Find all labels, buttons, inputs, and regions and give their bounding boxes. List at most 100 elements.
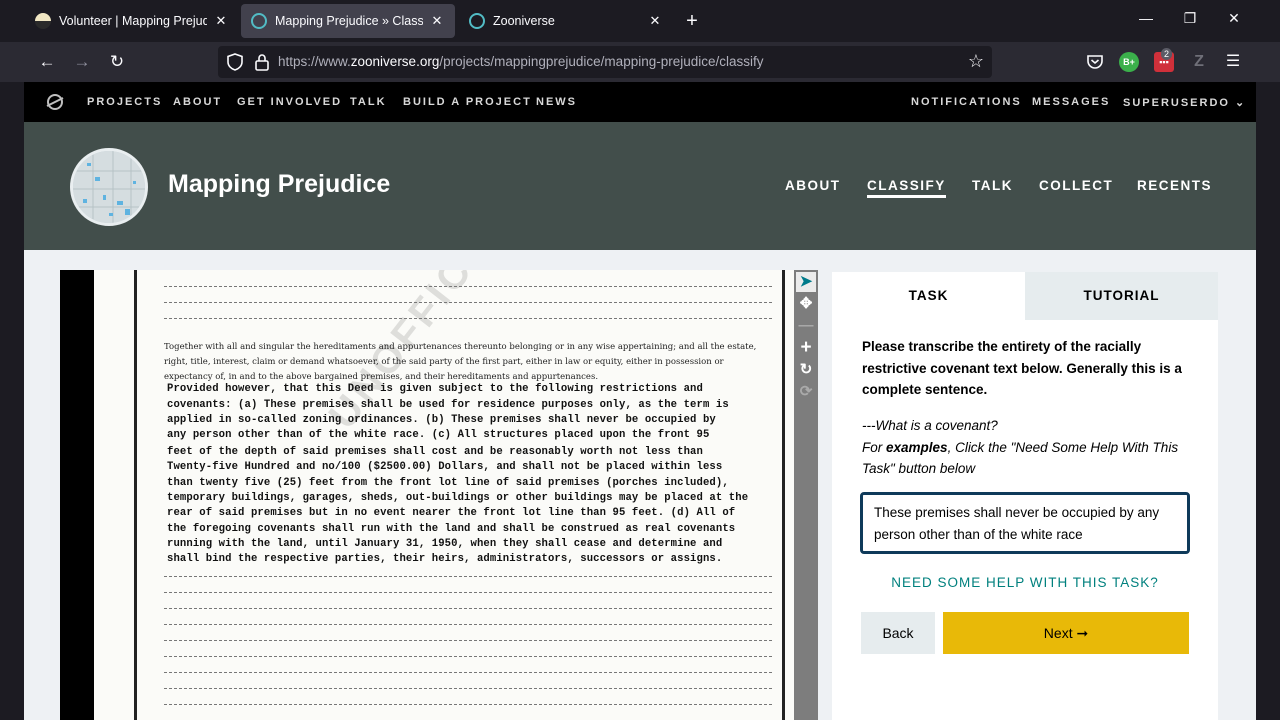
viewer-toolbar: ➤ ✥ — + ↻ ⟳ xyxy=(794,270,818,720)
printed-paragraph: Together with all and singular the hered… xyxy=(164,342,757,382)
zoom-out-icon[interactable]: — xyxy=(796,316,816,336)
project-link-talk[interactable]: TALK xyxy=(972,178,1013,193)
transcription-input[interactable]: These premises shall never be occupied b… xyxy=(860,492,1190,554)
document-rule xyxy=(164,286,772,287)
typed-line: any person other than of the white race.… xyxy=(167,429,710,441)
tab-title: Volunteer | Mapping Prejudice xyxy=(59,14,207,28)
url-bar[interactable]: https://www.zooniverse.org/projects/mapp… xyxy=(218,46,992,78)
document-rule xyxy=(164,302,772,303)
username: SUPERUSERDO xyxy=(1123,97,1230,109)
extension-b-icon[interactable]: B+ xyxy=(1119,52,1139,72)
document-rule xyxy=(164,318,772,319)
nav-talk[interactable]: TALK xyxy=(350,96,387,108)
typed-line: covenants: (a) These premises shall be u… xyxy=(167,399,729,411)
typed-line: running with the land, until January 31,… xyxy=(167,538,723,550)
nav-get-involved[interactable]: GET INVOLVED xyxy=(237,96,342,108)
project-title[interactable]: Mapping Prejudice xyxy=(168,170,390,199)
extension-z-icon[interactable]: Z xyxy=(1189,52,1209,72)
extension-badge-count: 2 xyxy=(1161,48,1173,60)
next-button[interactable]: Next ➞ xyxy=(943,612,1189,654)
nav-user-menu[interactable]: SUPERUSERDO ⌄ xyxy=(1123,96,1246,109)
forward-arrow-icon[interactable]: → xyxy=(70,50,94,74)
document-rule xyxy=(164,624,772,625)
pointer-tool-icon[interactable]: ➤ xyxy=(796,272,816,292)
typed-line: rear of said premises but in no event ne… xyxy=(167,507,736,519)
bookmark-star-icon[interactable]: ☆ xyxy=(968,51,984,72)
nav-build-a-project[interactable]: BUILD A PROJECT xyxy=(403,96,532,108)
lock-icon[interactable] xyxy=(254,53,270,71)
typed-line: Twenty-five Hundred and no/100 ($2500.00… xyxy=(167,461,723,473)
minimize-window-button[interactable]: — xyxy=(1136,10,1156,26)
nav-news[interactable]: NEWS xyxy=(536,96,577,108)
zooniverse-logo-icon[interactable] xyxy=(46,93,64,111)
mapping-prejudice-favicon-icon xyxy=(35,13,51,29)
zooniverse-favicon-icon xyxy=(251,13,267,29)
nav-about[interactable]: ABOUT xyxy=(173,96,222,108)
browser-tab-zooniverse[interactable]: Zooniverse ✕ xyxy=(459,4,673,38)
subject-viewer[interactable]: UNOFFICIAL Together with all and singula… xyxy=(60,270,818,720)
task-panel: TASK TUTORIAL Please transcribe the enti… xyxy=(832,272,1218,720)
close-window-button[interactable]: ✕ xyxy=(1224,10,1244,27)
typed-line: feet of the depth of said premises shall… xyxy=(167,446,703,458)
task-hint: ---What is a covenant? For examples, Cli… xyxy=(862,415,1192,480)
url-path: /projects/mappingprejudice/mapping-preju… xyxy=(439,54,764,69)
new-tab-button[interactable]: + xyxy=(681,10,703,32)
page-content: PROJECTS ABOUT GET INVOLVED TALK BUILD A… xyxy=(24,82,1256,720)
task-instruction: Please transcribe the entirety of the ra… xyxy=(862,339,1182,397)
tracking-shield-icon[interactable] xyxy=(226,53,244,71)
rotate-icon[interactable]: ↻ xyxy=(796,360,816,380)
tab-title: Zooniverse xyxy=(493,14,555,28)
examples-hint: For examples, Click the "Need Some Help … xyxy=(862,437,1192,480)
document-rule xyxy=(164,656,772,657)
project-link-classify[interactable]: CLASSIFY xyxy=(867,178,946,198)
document-border xyxy=(782,270,785,720)
browser-tab-bar: Volunteer | Mapping Prejudice ✕ Mapping … xyxy=(0,0,1280,42)
zooniverse-nav: PROJECTS ABOUT GET INVOLVED TALK BUILD A… xyxy=(24,82,1256,122)
reload-icon[interactable]: ↻ xyxy=(105,50,129,74)
project-link-about[interactable]: ABOUT xyxy=(785,178,841,193)
back-button[interactable]: Back xyxy=(861,612,935,654)
project-avatar[interactable] xyxy=(70,148,148,226)
document-rule xyxy=(164,576,772,577)
need-help-link[interactable]: NEED SOME HELP WITH THIS TASK? xyxy=(832,575,1218,590)
url-text[interactable]: https://www.zooniverse.org/projects/mapp… xyxy=(278,54,764,69)
url-domain: zooniverse.org xyxy=(350,54,440,69)
document-rule xyxy=(164,592,772,593)
hamburger-menu-icon[interactable]: ☰ xyxy=(1221,50,1245,74)
project-header: Mapping Prejudice ABOUT CLASSIFY TALK CO… xyxy=(24,122,1256,250)
typed-line: Provided however, that this Deed is give… xyxy=(167,383,703,395)
document-rule xyxy=(164,672,772,673)
typed-line: the foregoing covenants shall run with t… xyxy=(167,523,736,535)
project-link-recents[interactable]: RECENTS xyxy=(1137,178,1212,193)
typed-line: applied in so-called zoning ordinances. … xyxy=(167,414,716,426)
reset-view-icon[interactable]: ⟳ xyxy=(796,382,816,402)
typed-line: than twenty five (25) feet from the fron… xyxy=(167,477,729,489)
move-tool-icon[interactable]: ✥ xyxy=(796,294,816,314)
document-border xyxy=(134,270,137,720)
document-rule xyxy=(164,608,772,609)
close-tab-icon[interactable]: ✕ xyxy=(429,13,445,29)
deed-document-image[interactable]: UNOFFICIAL Together with all and singula… xyxy=(94,270,794,720)
hint-examples: examples xyxy=(886,439,948,455)
zoom-in-icon[interactable]: + xyxy=(796,338,816,358)
typed-line: temporary buildings, garages, sheds, out… xyxy=(167,492,749,504)
hint-for: For xyxy=(862,439,887,455)
pocket-icon[interactable] xyxy=(1086,53,1104,71)
browser-tab-volunteer[interactable]: Volunteer | Mapping Prejudice ✕ xyxy=(25,4,239,38)
document-rule xyxy=(164,704,772,705)
nav-projects[interactable]: PROJECTS xyxy=(87,96,162,108)
tab-task[interactable]: TASK xyxy=(832,272,1025,320)
close-tab-icon[interactable]: ✕ xyxy=(647,13,663,29)
browser-tab-classify[interactable]: Mapping Prejudice » Classify — ✕ xyxy=(241,4,455,38)
document-rule xyxy=(164,640,772,641)
close-tab-icon[interactable]: ✕ xyxy=(213,13,229,29)
tab-tutorial[interactable]: TUTORIAL xyxy=(1025,272,1218,320)
typed-line: shall bind the respective parties, their… xyxy=(167,553,723,565)
nav-notifications[interactable]: NOTIFICATIONS xyxy=(911,96,1022,108)
nav-messages[interactable]: MESSAGES xyxy=(1032,96,1110,108)
maximize-window-button[interactable]: ❐ xyxy=(1180,10,1200,27)
document-rule xyxy=(164,688,772,689)
project-link-collect[interactable]: COLLECT xyxy=(1039,178,1113,193)
back-arrow-icon[interactable]: ← xyxy=(35,50,59,74)
map-thumbnail-icon xyxy=(73,151,145,223)
